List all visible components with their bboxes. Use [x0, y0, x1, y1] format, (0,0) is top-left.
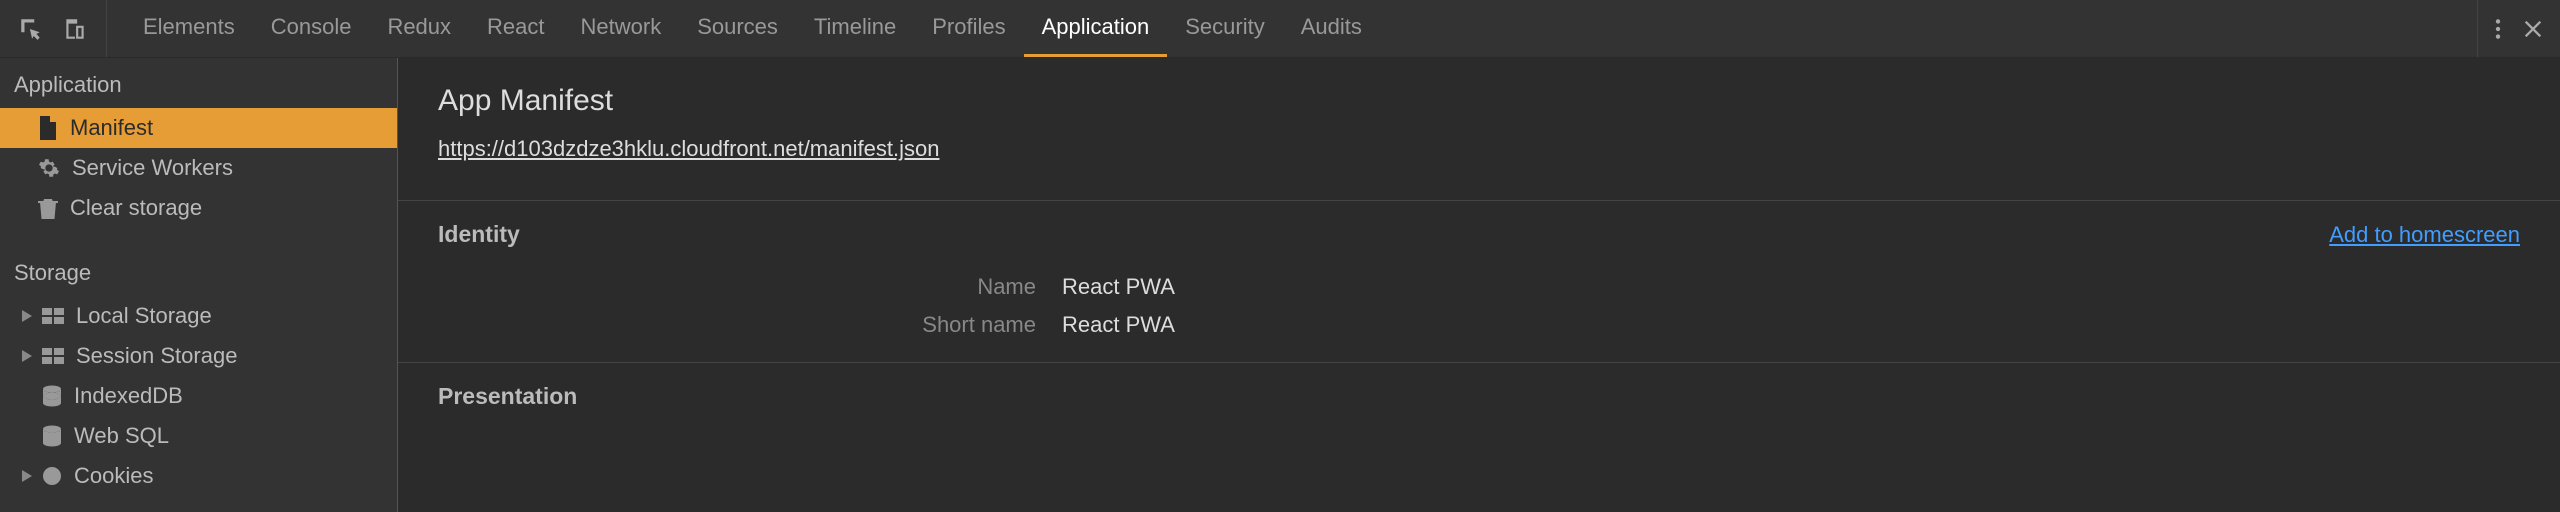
sidebar-item-label: Web SQL [74, 423, 169, 449]
add-to-homescreen-link[interactable]: Add to homescreen [2329, 222, 2520, 248]
identity-title: Identity [438, 221, 520, 248]
tab-sources[interactable]: Sources [679, 0, 796, 57]
cookie-icon [42, 466, 62, 486]
sidebar-item-clear-storage[interactable]: Clear storage [0, 188, 397, 228]
toolbar-left-controls [0, 0, 107, 57]
gear-icon [38, 157, 60, 179]
identity-short-name-value: React PWA [1062, 312, 1175, 338]
tab-profiles[interactable]: Profiles [914, 0, 1023, 57]
identity-short-name-row: Short name React PWA [398, 306, 2560, 362]
tab-console[interactable]: Console [253, 0, 370, 57]
identity-name-row: Name React PWA [398, 268, 2560, 306]
database-icon [42, 385, 62, 407]
identity-name-label: Name [438, 274, 1062, 300]
tab-elements[interactable]: Elements [125, 0, 253, 57]
application-sidebar: Application Manifest Service Workers Cle… [0, 58, 398, 512]
page-title: App Manifest [438, 84, 2520, 118]
sidebar-item-label: Service Workers [72, 155, 233, 181]
sidebar-item-label: Cookies [74, 463, 153, 489]
tab-application[interactable]: Application [1024, 0, 1168, 57]
sidebar-item-manifest[interactable]: Manifest [0, 108, 397, 148]
tab-audits[interactable]: Audits [1283, 0, 1380, 57]
tab-security[interactable]: Security [1167, 0, 1282, 57]
expand-arrow-icon [20, 470, 34, 482]
sidebar-item-label: Session Storage [76, 343, 237, 369]
manifest-url-link[interactable]: https://d103dzdze3hklu.cloudfront.net/ma… [438, 136, 939, 162]
inspect-element-icon[interactable] [18, 16, 44, 42]
sidebar-item-indexeddb[interactable]: IndexedDB [0, 376, 397, 416]
sidebar-item-web-sql[interactable]: Web SQL [0, 416, 397, 456]
presentation-title: Presentation [438, 383, 577, 410]
sidebar-item-label: Local Storage [76, 303, 212, 329]
manifest-header: App Manifest https://d103dzdze3hklu.clou… [398, 58, 2560, 200]
sidebar-item-label: Manifest [70, 115, 153, 141]
expand-arrow-icon [20, 350, 34, 362]
sidebar-section-storage: Storage [0, 246, 397, 296]
application-panel-main: App Manifest https://d103dzdze3hklu.clou… [398, 58, 2560, 512]
table-icon [42, 348, 64, 364]
devtools-toolbar: Elements Console Redux React Network Sou… [0, 0, 2560, 58]
sidebar-item-label: IndexedDB [74, 383, 183, 409]
trash-icon [38, 197, 58, 219]
close-icon[interactable] [2522, 18, 2544, 40]
identity-name-value: React PWA [1062, 274, 1175, 300]
table-icon [42, 308, 64, 324]
identity-section-header: Identity Add to homescreen [398, 200, 2560, 268]
sidebar-item-session-storage[interactable]: Session Storage [0, 336, 397, 376]
sidebar-section-application: Application [0, 58, 397, 108]
expand-arrow-icon [20, 310, 34, 322]
database-icon [42, 425, 62, 447]
presentation-section-header: Presentation [398, 362, 2560, 430]
tab-react[interactable]: React [469, 0, 562, 57]
more-options-icon[interactable] [2494, 16, 2502, 42]
devtools-tab-strip: Elements Console Redux React Network Sou… [107, 0, 1380, 57]
toolbar-right-controls [2477, 0, 2560, 57]
sidebar-item-label: Clear storage [70, 195, 202, 221]
sidebar-item-service-workers[interactable]: Service Workers [0, 148, 397, 188]
tab-network[interactable]: Network [563, 0, 680, 57]
sidebar-item-local-storage[interactable]: Local Storage [0, 296, 397, 336]
toggle-device-icon[interactable] [62, 16, 88, 42]
identity-short-name-label: Short name [438, 312, 1062, 338]
tab-timeline[interactable]: Timeline [796, 0, 914, 57]
sidebar-item-cookies[interactable]: Cookies [0, 456, 397, 496]
file-icon [38, 116, 58, 140]
tab-redux[interactable]: Redux [369, 0, 469, 57]
